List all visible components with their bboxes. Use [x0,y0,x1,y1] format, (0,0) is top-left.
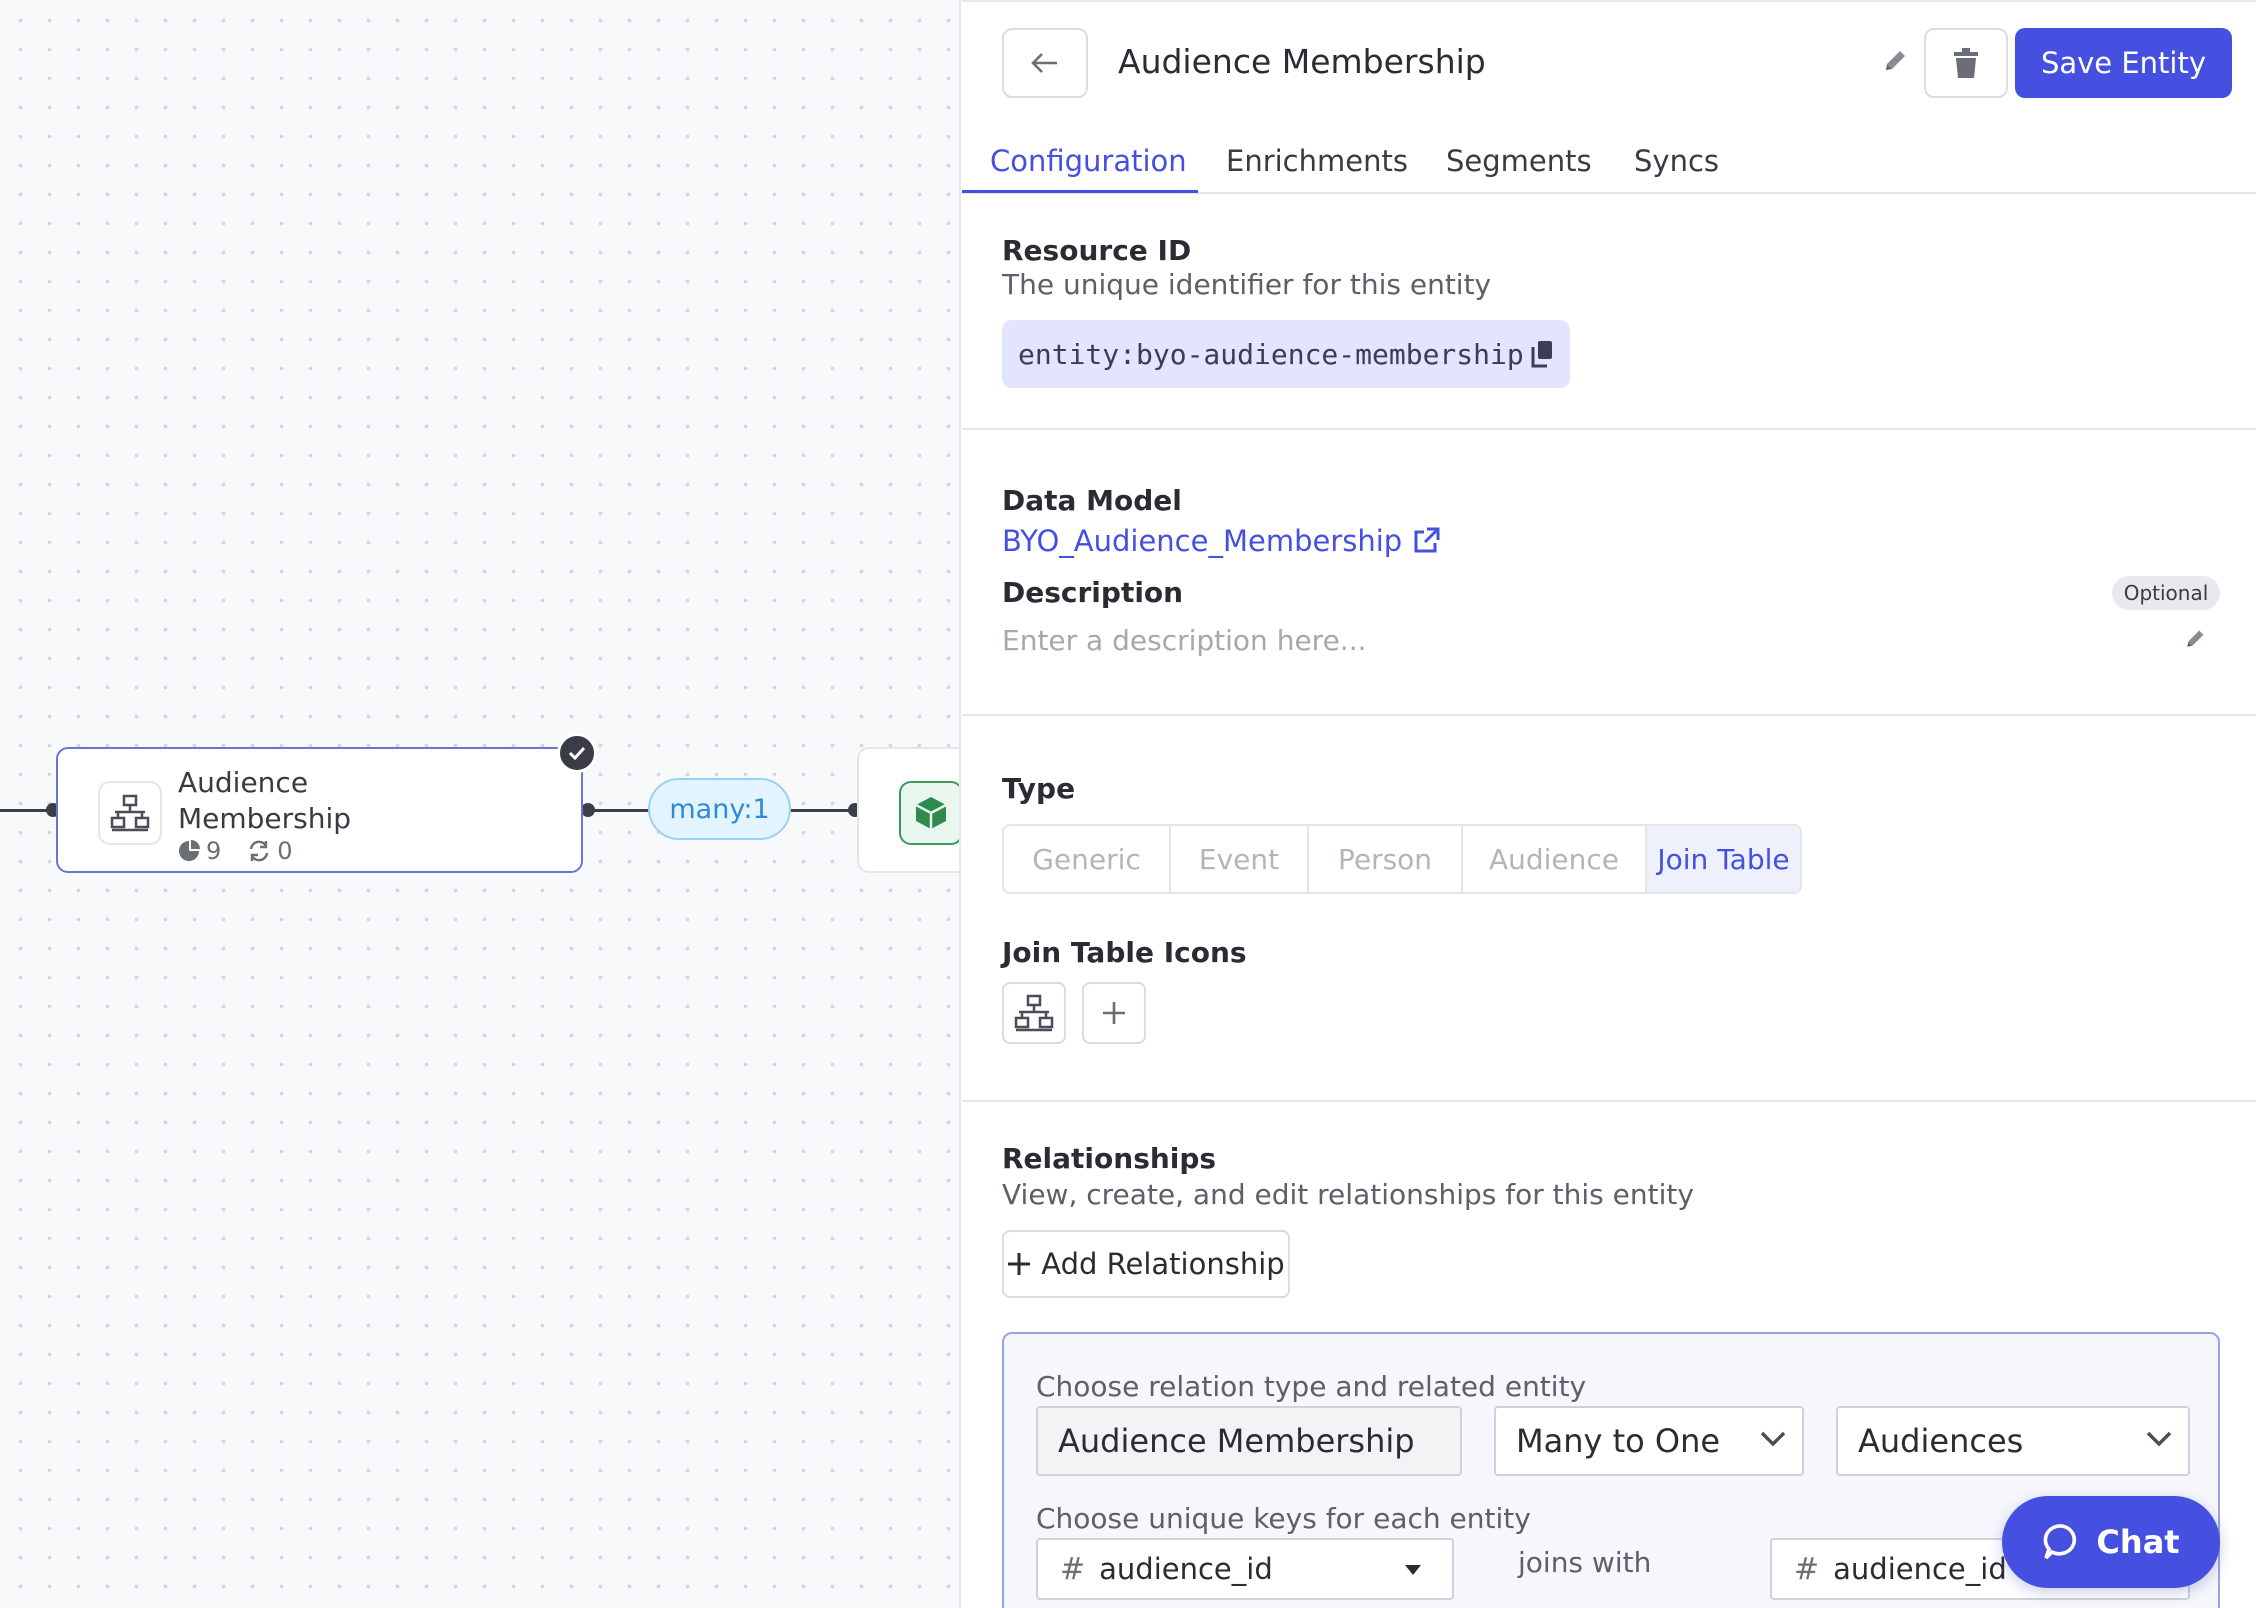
add-relationship-label: Add Relationship [1041,1247,1285,1281]
chevron-down-icon [2146,1431,2172,1447]
relationships-help: View, create, and edit relationships for… [1002,1178,1694,1211]
resource-id-value: entity:byo-audience-membership [1018,337,1524,371]
pencil-icon [2187,630,2204,647]
target-key-value: audience_id [1833,1552,2007,1586]
resource-id-label: Resource ID [1002,234,1192,267]
type-label: Type [1002,772,1076,805]
unique-keys-label: Choose unique keys for each entity [1036,1502,1531,1535]
entity-panel: Audience Membership Save Entity Configur… [962,0,2256,1608]
source-key-select[interactable]: # audience_id [1036,1538,1454,1600]
target-entity-value: Audiences [1858,1422,2024,1460]
join-table-icons-label: Join Table Icons [1002,936,1247,969]
plus-icon [1008,1253,1031,1275]
tab-configuration[interactable]: Configuration [990,144,1187,178]
type-option-join-table[interactable]: Join Table [1647,826,1800,892]
divider [962,714,2256,716]
source-entity-field: Audience Membership [1036,1406,1462,1476]
trash-icon [1954,48,1978,78]
resource-id-chip[interactable]: entity:byo-audience-membership [1002,320,1570,388]
source-key-value: audience_id [1099,1552,1273,1586]
resource-id-help: The unique identifier for this entity [1002,268,1492,301]
pencil-icon [1886,51,1905,70]
edit-title-button[interactable] [1882,48,1908,78]
node-stats: 9 0 [178,837,309,865]
sync-icon [250,840,269,862]
joins-with-text: joins with [1518,1546,1652,1579]
tab-enrichments[interactable]: Enrichments [1226,144,1408,178]
type-selector: Generic Event Person Audience Join Table [1002,824,1802,894]
chat-label: Chat [2096,1523,2180,1561]
relationship-pill[interactable]: many:1 [648,778,791,840]
plus-icon [1103,1002,1125,1024]
divider [962,428,2256,430]
relation-type-value: Many to One [1516,1422,1721,1460]
active-tab-indicator [962,190,1198,193]
selected-icon-button[interactable] [1002,982,1066,1044]
data-model-link[interactable]: BYO_Audience_Membership [1002,524,1440,558]
caret-down-icon [1405,1565,1421,1575]
add-relationship-button[interactable]: Add Relationship [1002,1230,1290,1298]
copy-icon[interactable] [1530,340,1554,375]
check-circle-icon [557,733,597,773]
hash-icon: # [1060,1551,1086,1587]
chat-bubble-icon [2044,1524,2077,1560]
segments-stat: 9 [178,837,221,865]
cube-icon [899,781,959,845]
entity-node-audiences[interactable] [857,747,959,873]
relation-type-select[interactable]: Many to One [1494,1406,1804,1476]
back-button[interactable] [1002,28,1088,98]
external-link-icon [1414,527,1440,553]
hash-icon: # [1794,1551,1820,1587]
segments-count: 9 [206,837,222,865]
node-title: Audience Membership [178,766,352,835]
syncs-count: 0 [277,837,293,865]
type-option-audience[interactable]: Audience [1463,826,1647,892]
description-label: Description [1002,576,1184,609]
arrow-left-icon [1031,53,1057,73]
graph-canvas[interactable]: Audience Membership 9 0 many:1 [0,0,961,1608]
relationships-label: Relationships [1002,1142,1217,1175]
node-handle-right[interactable] [581,803,595,817]
entity-node-audience-membership[interactable]: Audience Membership 9 0 [56,733,597,873]
divider [962,1100,2256,1102]
delete-button[interactable] [1924,28,2008,98]
tab-syncs[interactable]: Syncs [1634,144,1719,178]
tab-segments[interactable]: Segments [1446,144,1592,178]
data-model-label: Data Model [1002,484,1182,517]
type-option-person[interactable]: Person [1309,826,1463,892]
chat-button[interactable]: Chat [2002,1496,2220,1588]
description-input[interactable]: Enter a description here... [1002,624,1367,657]
chevron-down-icon [1760,1431,1786,1447]
tab-bar: Configuration Enrichments Segments Syncs [962,138,2256,194]
data-model-link-text: BYO_Audience_Membership [1002,524,1403,558]
edit-description-button[interactable] [2184,628,2206,654]
syncs-stat: 0 [247,837,293,865]
page-title: Audience Membership [1118,42,1486,81]
add-icon-button[interactable] [1082,982,1146,1044]
pie-chart-icon [179,840,200,861]
join-table-icon [98,781,162,845]
relation-type-label: Choose relation type and related entity [1036,1370,1587,1403]
optional-badge: Optional [2112,576,2220,610]
target-entity-select[interactable]: Audiences [1836,1406,2190,1476]
type-option-generic[interactable]: Generic [1004,826,1171,892]
join-table-icon [1014,994,1054,1032]
edge-left [0,809,52,812]
type-option-event[interactable]: Event [1171,826,1309,892]
save-entity-button[interactable]: Save Entity [2015,28,2232,98]
